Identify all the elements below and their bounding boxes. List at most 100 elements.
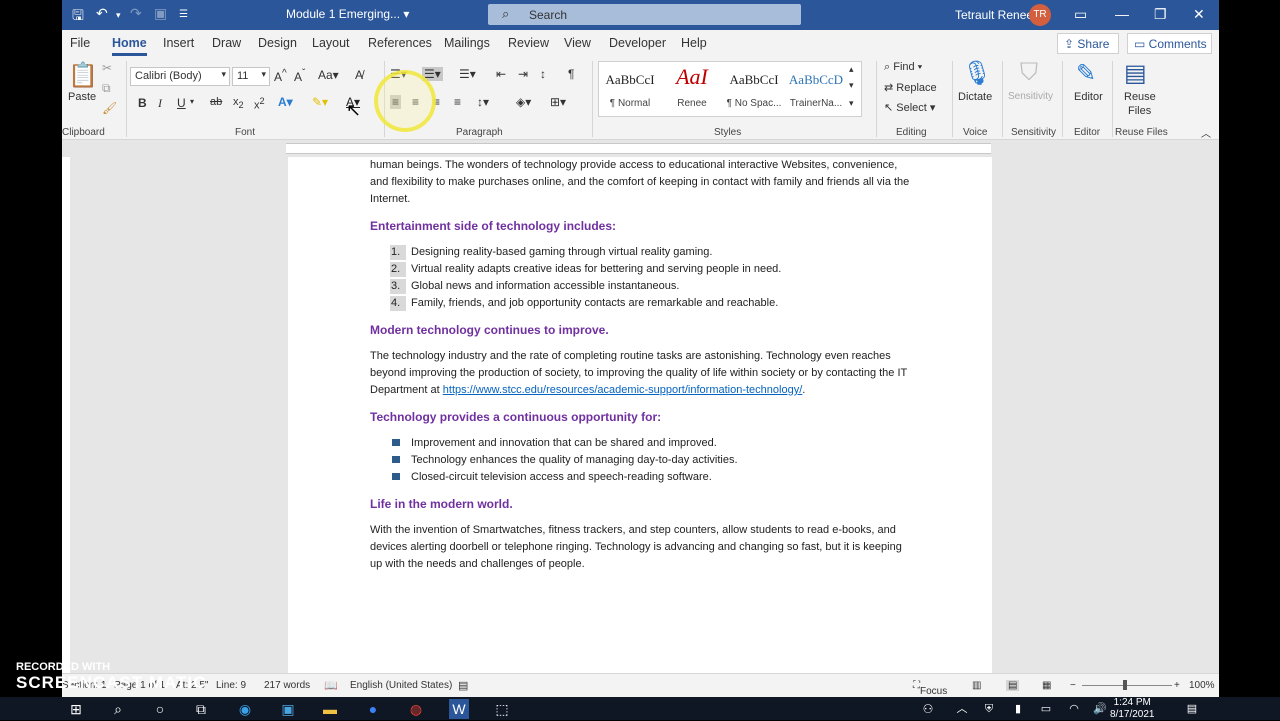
show-formatting-icon[interactable]: ¶	[568, 67, 574, 81]
tab-review[interactable]: Review	[508, 36, 549, 50]
italic-icon[interactable]: I	[158, 96, 162, 111]
bold-icon[interactable]: B	[138, 96, 147, 110]
close-icon[interactable]: ✕	[1193, 6, 1205, 23]
avatar[interactable]: TR	[1029, 4, 1051, 26]
tab-draw[interactable]: Draw	[212, 36, 241, 50]
people-icon[interactable]: ⚇	[918, 699, 938, 719]
decrease-indent-icon[interactable]: ⇤	[496, 67, 506, 81]
paste-label[interactable]: Paste	[68, 91, 96, 103]
edge-icon[interactable]: ◉	[235, 699, 255, 719]
paste-icon[interactable]: 📋	[68, 61, 98, 90]
web-layout-icon[interactable]: ▦	[1042, 680, 1051, 691]
zoom-in-icon[interactable]: +	[1174, 680, 1180, 691]
share-button[interactable]: ⇪ Share	[1057, 33, 1119, 54]
shrink-font-icon[interactable]: Aˇ	[294, 68, 305, 84]
superscript-icon[interactable]: x2	[254, 96, 265, 112]
zoom-app-icon[interactable]: ●	[363, 699, 383, 719]
microphone-icon[interactable]: 🎙	[962, 59, 992, 88]
notifications-icon[interactable]: ▤	[1182, 699, 1202, 719]
change-case-icon[interactable]: Aa▾	[318, 68, 339, 82]
tab-view[interactable]: View	[564, 36, 591, 50]
replace-button[interactable]: ⇄ Replace	[884, 81, 937, 94]
find-button[interactable]: ⌕ Find ▾	[884, 61, 922, 74]
cortana-icon[interactable]: ○	[150, 699, 170, 719]
zoom-slider-thumb[interactable]	[1123, 680, 1127, 690]
volume-icon[interactable]: 🔊	[1090, 699, 1110, 719]
comments-button[interactable]: ▭ Comments	[1127, 33, 1212, 54]
document-body[interactable]: human beings. The wonders of technology …	[370, 157, 914, 583]
macro-icon[interactable]: ▤	[458, 679, 468, 692]
highlight-color-icon[interactable]: ✎▾	[312, 95, 328, 109]
security-icon[interactable]: ⛨	[979, 699, 999, 719]
reuse-files-icon[interactable]: ▤	[1124, 59, 1147, 88]
document-page[interactable]: human beings. The wonders of technology …	[288, 157, 992, 673]
wifi-icon[interactable]: ◠	[1064, 699, 1084, 719]
store-icon[interactable]: ▣	[278, 699, 298, 719]
search-box[interactable]: ⌕ Search	[488, 4, 801, 25]
chrome-icon[interactable]: ◍	[406, 699, 426, 719]
style-renee[interactable]: AaI Renee	[661, 62, 723, 116]
font-size-combo[interactable]: 11 ▾	[232, 67, 270, 86]
justify-icon[interactable]: ≡	[454, 95, 461, 109]
grow-font-icon[interactable]: A^	[274, 68, 287, 84]
clear-formatting-icon[interactable]: A̸	[355, 68, 363, 82]
tab-design[interactable]: Design	[258, 36, 297, 50]
zoom-out-icon[interactable]: −	[1070, 680, 1076, 691]
tab-insert[interactable]: Insert	[163, 36, 194, 50]
system-clock[interactable]: 1:24 PM 8/17/2021	[1110, 697, 1155, 721]
subscript-icon[interactable]: x2	[233, 96, 244, 110]
dictate-label[interactable]: Dictate	[958, 91, 992, 103]
select-button[interactable]: ↖ Select ▾	[884, 101, 935, 114]
style-normal[interactable]: AaBbCcI ¶ Normal	[599, 62, 661, 116]
print-layout-icon[interactable]: ▤	[1006, 680, 1020, 691]
microphone-tray-icon[interactable]: ▮	[1008, 699, 1028, 719]
text-effects-icon[interactable]: A▾	[278, 95, 293, 109]
format-painter-icon[interactable]: 🖌	[102, 101, 117, 115]
tab-mailings[interactable]: Mailings	[444, 36, 490, 50]
search-icon[interactable]: ⌕	[108, 699, 128, 719]
chevron-down-icon[interactable]: ▾	[190, 97, 194, 106]
proofing-icon[interactable]: 📖	[324, 679, 338, 692]
minimize-icon[interactable]: —	[1115, 6, 1129, 22]
tab-layout[interactable]: Layout	[312, 36, 350, 50]
user-name[interactable]: Tetrault Renee	[955, 8, 1033, 22]
windows-start-icon[interactable]: ⊞	[66, 699, 86, 719]
status-language[interactable]: English (United States)	[350, 680, 452, 691]
increase-indent-icon[interactable]: ⇥	[518, 67, 528, 81]
it-department-link[interactable]: https://www.stcc.edu/resources/academic-…	[443, 384, 803, 396]
word-app-icon[interactable]: W	[449, 699, 469, 719]
ribbon-display-options-icon[interactable]: ▭	[1074, 6, 1087, 23]
underline-icon[interactable]: U	[177, 96, 186, 110]
customize-quick-access-icon[interactable]: ☰	[179, 9, 188, 20]
undo-icon[interactable]: ↶	[96, 5, 108, 22]
tab-file[interactable]: File	[70, 36, 90, 50]
styles-scroll-up-icon[interactable]: ▴	[849, 64, 854, 75]
style-trainername[interactable]: AaBbCcD TrainerNa...	[785, 62, 847, 116]
line-spacing-icon[interactable]: ↕▾	[477, 95, 489, 109]
zoom-level[interactable]: 100%	[1189, 680, 1215, 691]
editor-label[interactable]: Editor	[1074, 91, 1103, 103]
status-line[interactable]: Line: 9	[216, 680, 246, 691]
font-name-combo[interactable]: Calibri (Body) ▾	[130, 67, 230, 86]
shading-icon[interactable]: ◈▾	[516, 95, 531, 109]
task-view-icon[interactable]: ⧉	[191, 699, 211, 719]
snipping-tool-icon[interactable]: ⬚	[492, 699, 512, 719]
sort-icon[interactable]: ↕	[540, 67, 546, 81]
status-word-count[interactable]: 217 words	[264, 680, 310, 691]
read-mode-icon[interactable]: ▥	[972, 680, 981, 691]
file-explorer-icon[interactable]: ▬	[320, 699, 340, 719]
tab-references[interactable]: References	[368, 36, 432, 50]
focus-button[interactable]: ⛶ Focus	[913, 680, 947, 697]
zoom-slider[interactable]	[1082, 685, 1172, 686]
files-label[interactable]: Files	[1128, 105, 1151, 117]
styles-scroll-down-icon[interactable]: ▾	[849, 80, 854, 91]
styles-more-icon[interactable]: ▾	[849, 98, 854, 109]
tab-developer[interactable]: Developer	[609, 36, 666, 50]
restore-icon[interactable]: ❐	[1154, 6, 1167, 23]
borders-icon[interactable]: ⊞▾	[550, 95, 566, 109]
show-hidden-icons-icon[interactable]: ︿	[952, 699, 972, 719]
tab-help[interactable]: Help	[681, 36, 707, 50]
multilevel-list-icon[interactable]: ☰▾	[459, 67, 476, 81]
horizontal-ruler[interactable]	[62, 141, 1219, 155]
battery-icon[interactable]: ▭	[1036, 699, 1056, 719]
